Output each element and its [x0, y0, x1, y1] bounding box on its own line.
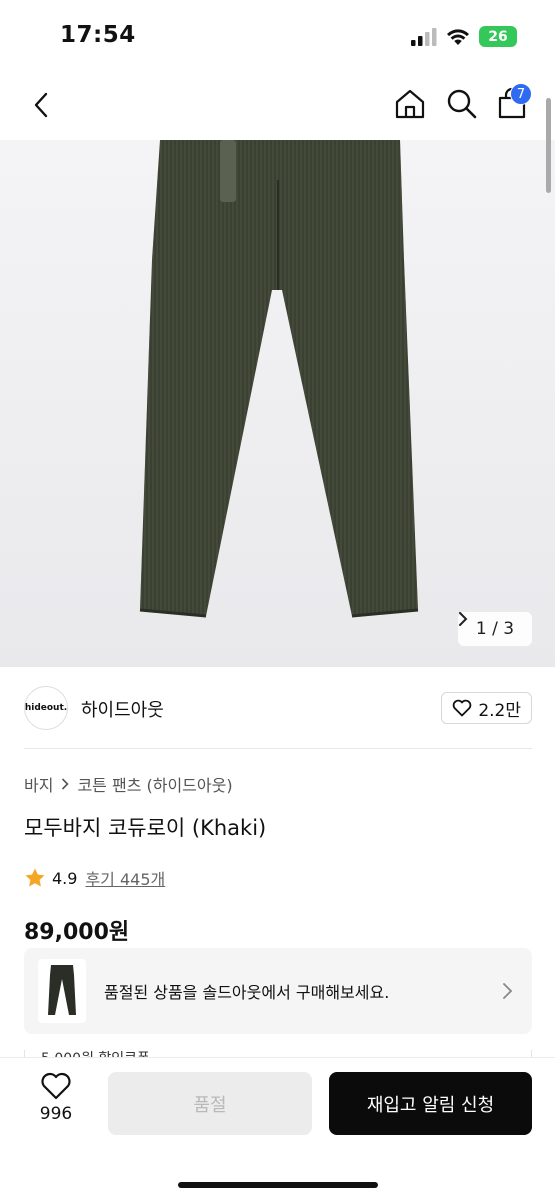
image-counter-button[interactable]: 1 / 3	[458, 612, 532, 646]
brand-name[interactable]: 하이드아웃	[81, 696, 164, 722]
signal-icon	[411, 27, 437, 46]
status-time: 17:54	[60, 22, 136, 48]
brand-row[interactable]: hideout. 하이드아웃 2.2만	[24, 686, 532, 730]
restock-alert-button[interactable]: 재입고 알림 신청	[329, 1072, 532, 1135]
soldout-button[interactable]: 품절	[108, 1072, 312, 1135]
reviews-link[interactable]: 후기 445개	[85, 866, 165, 890]
product-image	[139, 140, 419, 618]
search-icon	[447, 89, 477, 119]
pants-thumbnail-image	[48, 965, 76, 1015]
soldout-thumbnail	[38, 959, 86, 1023]
breadcrumb-category[interactable]: 바지	[24, 772, 53, 796]
chevron-right-icon	[503, 983, 513, 999]
chevron-right-icon	[62, 778, 70, 790]
heart-icon	[453, 699, 472, 717]
wishlist-button[interactable]: 996	[24, 1072, 88, 1136]
status-icons: 26	[411, 26, 517, 47]
product-title: 모두바지 코듀로이 (Khaki)	[24, 816, 267, 840]
image-counter: 1 / 3	[475, 619, 515, 639]
status-bar: 17:54 26	[0, 0, 555, 70]
brand-like-count: 2.2만	[478, 700, 521, 721]
home-button[interactable]	[392, 86, 428, 122]
back-button[interactable]	[24, 88, 58, 122]
brand-logo[interactable]: hideout.	[24, 686, 68, 730]
bottom-action-bar: 996 품절 재입고 알림 신청	[0, 1057, 555, 1200]
breadcrumb-subcategory[interactable]: 코튼 팬츠 (하이드아웃)	[77, 772, 232, 796]
soldout-marketplace-banner[interactable]: 품절된 상품을 솔드아웃에서 구매해보세요.	[24, 948, 532, 1034]
heart-icon	[41, 1072, 71, 1100]
home-indicator[interactable]	[178, 1182, 378, 1188]
top-nav	[0, 78, 555, 130]
product-price: 89,000원	[24, 920, 130, 945]
battery-icon: 26	[479, 26, 517, 47]
rating-row: 4.9 후기 445개	[24, 866, 165, 890]
star-icon	[25, 868, 45, 887]
cart-count-badge: 7	[510, 83, 532, 105]
soldout-banner-text: 품절된 상품을 솔드아웃에서 구매해보세요.	[104, 983, 390, 1002]
rating-score: 4.9	[52, 868, 78, 888]
wishlist-count: 996	[39, 1104, 73, 1124]
battery-level: 26	[488, 28, 508, 45]
breadcrumb: 바지 코튼 팬츠 (하이드아웃)	[24, 772, 233, 796]
chevron-left-icon	[34, 92, 48, 118]
wifi-icon	[447, 28, 469, 45]
brand-like-button[interactable]: 2.2만	[441, 692, 532, 724]
search-button[interactable]	[444, 86, 480, 122]
divider	[24, 748, 532, 749]
chevron-right-icon	[459, 612, 468, 626]
product-image-gallery[interactable]: 1 / 3	[0, 140, 555, 667]
scrollbar[interactable]	[546, 98, 551, 193]
home-icon	[395, 89, 425, 119]
